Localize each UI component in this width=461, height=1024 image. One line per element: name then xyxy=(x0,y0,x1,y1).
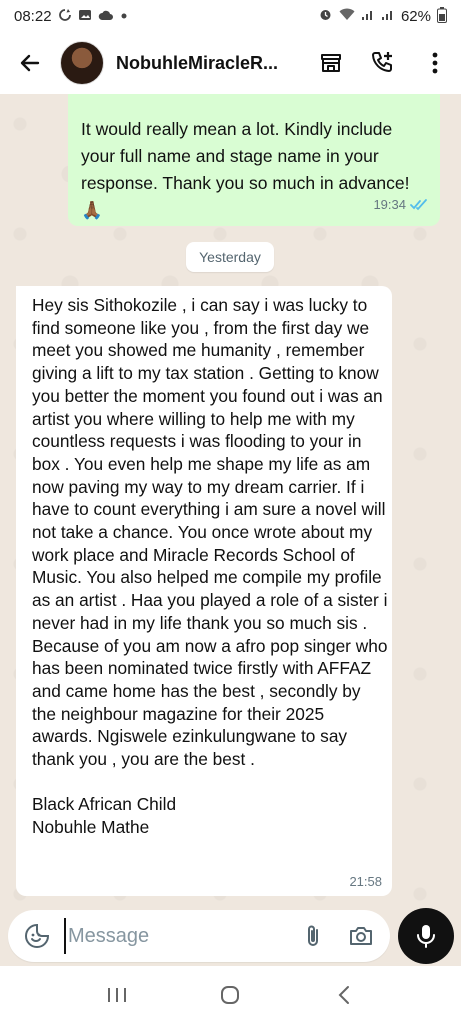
mic-icon xyxy=(417,925,435,948)
message-input-pill xyxy=(8,910,390,962)
composer xyxy=(0,906,461,966)
incoming-time: 21:58 xyxy=(349,874,382,890)
recents-button[interactable] xyxy=(97,975,137,1015)
outgoing-time: 19:34 xyxy=(373,197,406,212)
attach-button[interactable] xyxy=(298,921,328,951)
status-right: 62% xyxy=(318,6,447,26)
back-nav-button[interactable] xyxy=(324,975,364,1015)
folded-hands-emoji: 🙏🏾 xyxy=(81,200,103,220)
chat-area[interactable]: It would really mean a lot. Kindly inclu… xyxy=(0,94,461,906)
gallery-icon xyxy=(78,8,92,25)
more-options-button[interactable] xyxy=(419,47,451,79)
read-ticks-icon xyxy=(410,198,427,210)
sticker-icon xyxy=(25,923,50,948)
sync-icon xyxy=(58,8,72,25)
message-input[interactable] xyxy=(64,918,284,954)
header-actions xyxy=(315,47,451,79)
storefront-icon xyxy=(321,54,341,72)
cloud-icon xyxy=(98,9,114,24)
add-call-icon xyxy=(372,52,392,72)
back-button[interactable] xyxy=(14,47,46,79)
add-call-button[interactable] xyxy=(367,47,399,79)
battery-percent: 62% xyxy=(400,7,431,25)
back-arrow-icon xyxy=(20,54,40,72)
paperclip-icon xyxy=(308,925,318,946)
wifi-icon xyxy=(339,8,355,24)
chevron-left-icon xyxy=(338,986,350,1004)
contact-name[interactable]: NobuhleMiracleR... xyxy=(116,53,294,74)
outgoing-message-text: It would really mean a lot. Kindly inclu… xyxy=(81,116,411,224)
chat-header: NobuhleMiracleR... xyxy=(0,32,461,94)
incoming-message-text: Hey sis Sithokozile , i can say i was lu… xyxy=(32,295,388,838)
battery-icon xyxy=(437,6,447,26)
camera-button[interactable] xyxy=(346,921,376,951)
recents-icon xyxy=(107,988,126,1002)
status-bar: 08:22 62% xyxy=(0,0,461,32)
emoji-button[interactable] xyxy=(22,921,52,951)
camera-icon xyxy=(350,927,372,945)
signal-icon xyxy=(381,8,395,24)
date-separator: Yesterday xyxy=(186,242,274,272)
avatar[interactable] xyxy=(60,41,104,85)
status-left: 08:22 xyxy=(14,8,128,25)
system-nav-bar xyxy=(0,966,461,1024)
outgoing-text: It would really mean a lot. Kindly inclu… xyxy=(81,119,410,193)
dot-icon xyxy=(120,9,128,23)
home-icon xyxy=(221,986,240,1004)
signal-icon xyxy=(361,8,375,24)
catalog-button[interactable] xyxy=(315,47,347,79)
status-time: 08:22 xyxy=(14,7,52,25)
more-vert-icon xyxy=(432,52,438,74)
voice-message-button[interactable] xyxy=(398,908,454,964)
alarm-icon xyxy=(318,7,333,25)
incoming-message[interactable]: Hey sis Sithokozile , i can say i was lu… xyxy=(16,286,392,896)
outgoing-message[interactable]: It would really mean a lot. Kindly inclu… xyxy=(68,94,440,226)
home-button[interactable] xyxy=(210,975,250,1015)
outgoing-meta: 19:34 xyxy=(373,191,430,218)
